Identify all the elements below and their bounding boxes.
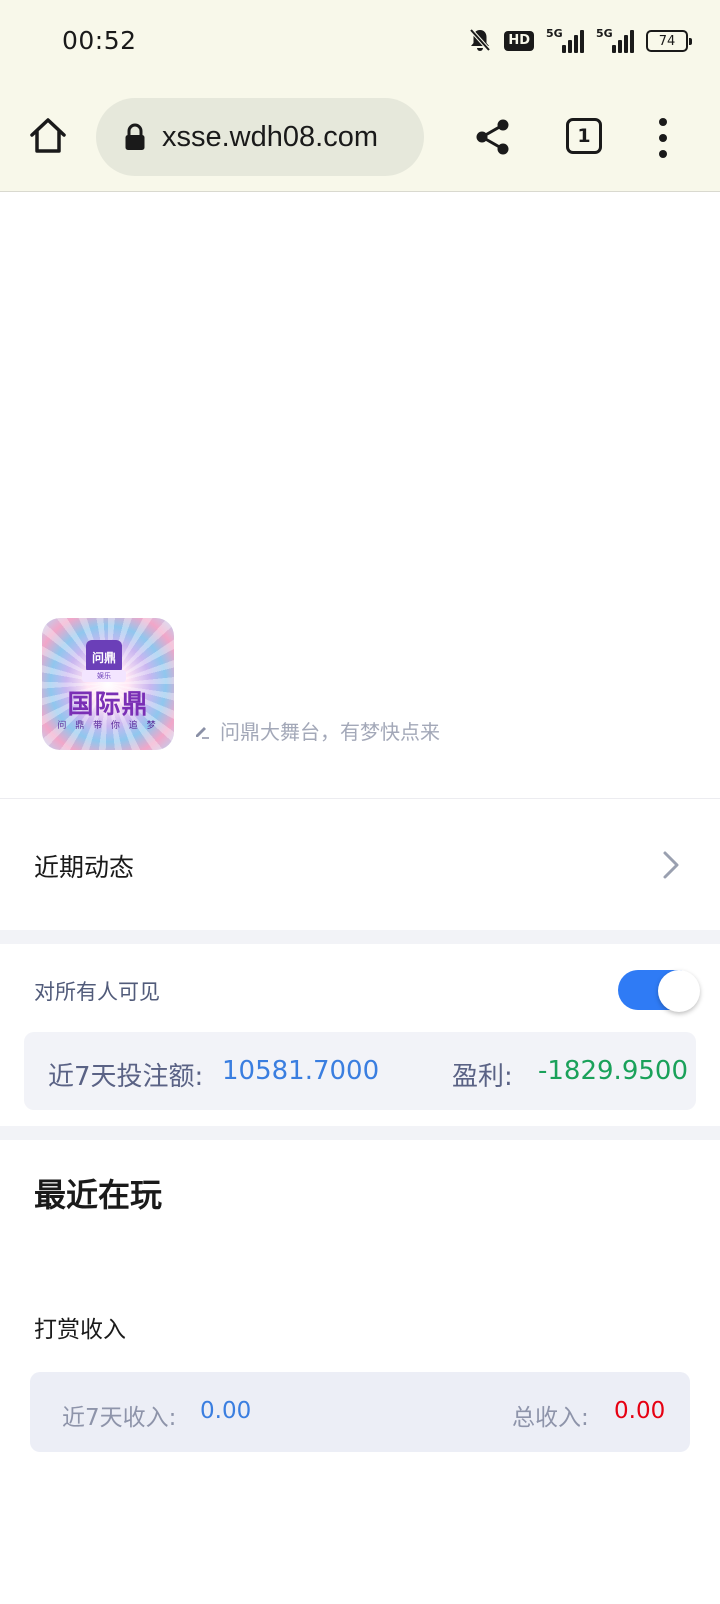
tips-income-box: 近7天收入: 0.00 总收入: 0.00	[30, 1372, 690, 1452]
recent-activity-row[interactable]: 近期动态	[0, 800, 720, 930]
recent-playing-title: 最近在玩	[34, 1176, 163, 1214]
section-separator	[0, 1126, 720, 1140]
browser-toolbar: xsse.wdh08.com 1	[0, 82, 720, 192]
betting-stats: 近7天投注额: 10581.7000 盈利: -1829.9500	[24, 1032, 696, 1110]
bell-muted-icon	[469, 28, 491, 52]
section-separator	[0, 930, 720, 944]
signal-5g-icon: 5G	[546, 27, 584, 53]
visibility-label: 对所有人可见	[34, 980, 160, 1004]
tips-title: 打赏收入	[34, 1317, 126, 1343]
week-income-value: 0.00	[200, 1398, 252, 1424]
url-text[interactable]: xsse.wdh08.com	[162, 121, 378, 154]
profile-avatar[interactable]: 问鼎 娱乐 国际鼎 问 鼎 带 你 追 梦	[42, 618, 174, 750]
share-icon[interactable]	[474, 118, 512, 156]
motto-text: 问鼎大舞台，有梦快点来	[220, 720, 440, 744]
logo-sub: 娱乐	[82, 670, 126, 682]
profile-motto[interactable]: 问鼎大舞台，有梦快点来	[194, 716, 440, 745]
status-bar: 00:52 HD 5G 5G 74	[0, 0, 720, 82]
edit-pen-icon	[196, 726, 209, 739]
chevron-right-icon	[663, 851, 679, 879]
hd-icon: HD	[504, 31, 534, 51]
logo-slogan: 问 鼎 带 你 追 梦	[57, 721, 159, 731]
more-vert-icon[interactable]	[656, 118, 670, 158]
status-icons: HD 5G 5G 74	[468, 26, 692, 56]
logo-name: 国际鼎	[67, 690, 149, 720]
visibility-toggle[interactable]	[618, 970, 700, 1012]
profit-label: 盈利:	[452, 1062, 513, 1092]
bet-value: 10581.7000	[222, 1056, 380, 1086]
logo-badge: 问鼎	[86, 640, 122, 674]
address-bar[interactable]: xsse.wdh08.com	[96, 98, 424, 176]
home-icon[interactable]	[28, 116, 68, 156]
total-income-label: 总收入:	[512, 1405, 589, 1431]
battery-icon: 74	[646, 30, 692, 52]
bet-label: 近7天投注额:	[48, 1062, 204, 1092]
tabs-button[interactable]: 1	[566, 118, 602, 154]
profit-value: -1829.9500	[538, 1056, 688, 1086]
status-time: 00:52	[62, 26, 137, 55]
toggle-knob	[658, 970, 700, 1012]
divider	[0, 798, 720, 799]
lock-icon	[125, 123, 145, 150]
total-income-value: 0.00	[614, 1398, 666, 1424]
recent-activity-label: 近期动态	[34, 853, 135, 882]
week-income-label: 近7天收入:	[62, 1405, 177, 1431]
signal-5g-icon: 5G	[596, 27, 634, 53]
